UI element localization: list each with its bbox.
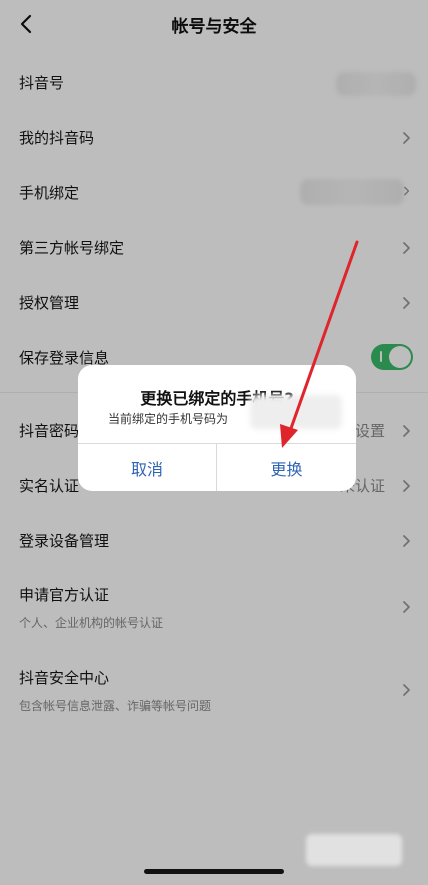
confirm-change-button[interactable]: 更换	[217, 444, 356, 491]
cancel-button[interactable]: 取消	[78, 444, 216, 491]
watermark	[306, 834, 402, 866]
change-phone-dialog: 更换已绑定的手机号? 当前绑定的手机号码为 取消 更换	[78, 365, 356, 491]
blurred-phone-number	[250, 395, 342, 429]
home-indicator	[144, 869, 284, 874]
dialog-message: 当前绑定的手机号码为	[108, 412, 229, 426]
